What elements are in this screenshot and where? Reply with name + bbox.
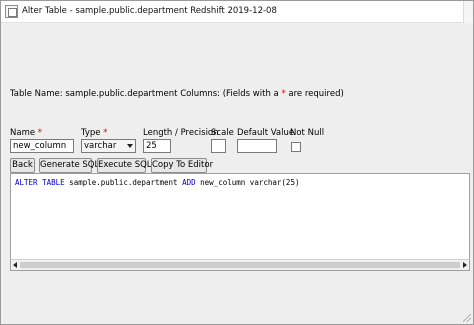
- name-field[interactable]: new_column: [10, 139, 74, 153]
- type-label: Type *: [81, 128, 108, 138]
- sql-text: ALTER TABLE sample.public.department ADD…: [15, 178, 299, 187]
- scroll-left-icon[interactable]: [13, 262, 17, 268]
- scrollbar-thumb[interactable]: [20, 262, 460, 268]
- length-precision-label: Length / Precision: [143, 128, 219, 138]
- resize-grip-icon[interactable]: [461, 312, 471, 322]
- default-value-label: Default Value: [237, 128, 295, 138]
- alter-table-panel: Table Name: sample.public.department Col…: [3, 24, 473, 324]
- title-bar-edge: [463, 1, 473, 23]
- alter-table-window: Alter Table - sample.public.department R…: [0, 0, 474, 325]
- horizontal-scrollbar[interactable]: [11, 259, 469, 270]
- chevron-down-icon: [127, 144, 133, 148]
- execute-sql-button[interactable]: Execute SQL: [97, 158, 152, 173]
- table-info-suffix: are required): [285, 89, 344, 99]
- name-label: Name *: [10, 128, 43, 138]
- not-null-label: Not Null: [290, 128, 325, 138]
- generate-sql-button[interactable]: Generate SQL: [39, 158, 99, 173]
- table-info-prefix: Table Name: sample.public.department Col…: [10, 89, 282, 99]
- sql-column-def: new_column varchar(25): [195, 178, 300, 187]
- back-button[interactable]: Back: [10, 158, 35, 173]
- copy-to-editor-button[interactable]: Copy To Editor: [151, 158, 213, 173]
- default-value-field[interactable]: [237, 139, 277, 153]
- scroll-right-icon[interactable]: [463, 262, 467, 268]
- length-precision-field[interactable]: 25: [143, 139, 171, 153]
- window-title: Alter Table - sample.public.department R…: [22, 6, 277, 16]
- type-select-value: varchar: [84, 141, 117, 151]
- sql-keyword-add: ADD: [182, 178, 196, 187]
- window-icon: [5, 5, 18, 18]
- table-info-label: Table Name: sample.public.department Col…: [10, 89, 344, 99]
- not-null-checkbox[interactable]: [291, 142, 301, 152]
- sql-editor[interactable]: ALTER TABLE sample.public.department ADD…: [10, 173, 470, 271]
- scale-field[interactable]: [211, 139, 226, 153]
- sql-table-name: sample.public.department: [64, 178, 183, 187]
- scale-label: Scale: [211, 128, 234, 138]
- title-bar: Alter Table - sample.public.department R…: [1, 1, 473, 23]
- type-select[interactable]: varchar: [81, 139, 136, 153]
- sql-keyword-alter-table: ALTER TABLE: [15, 178, 65, 187]
